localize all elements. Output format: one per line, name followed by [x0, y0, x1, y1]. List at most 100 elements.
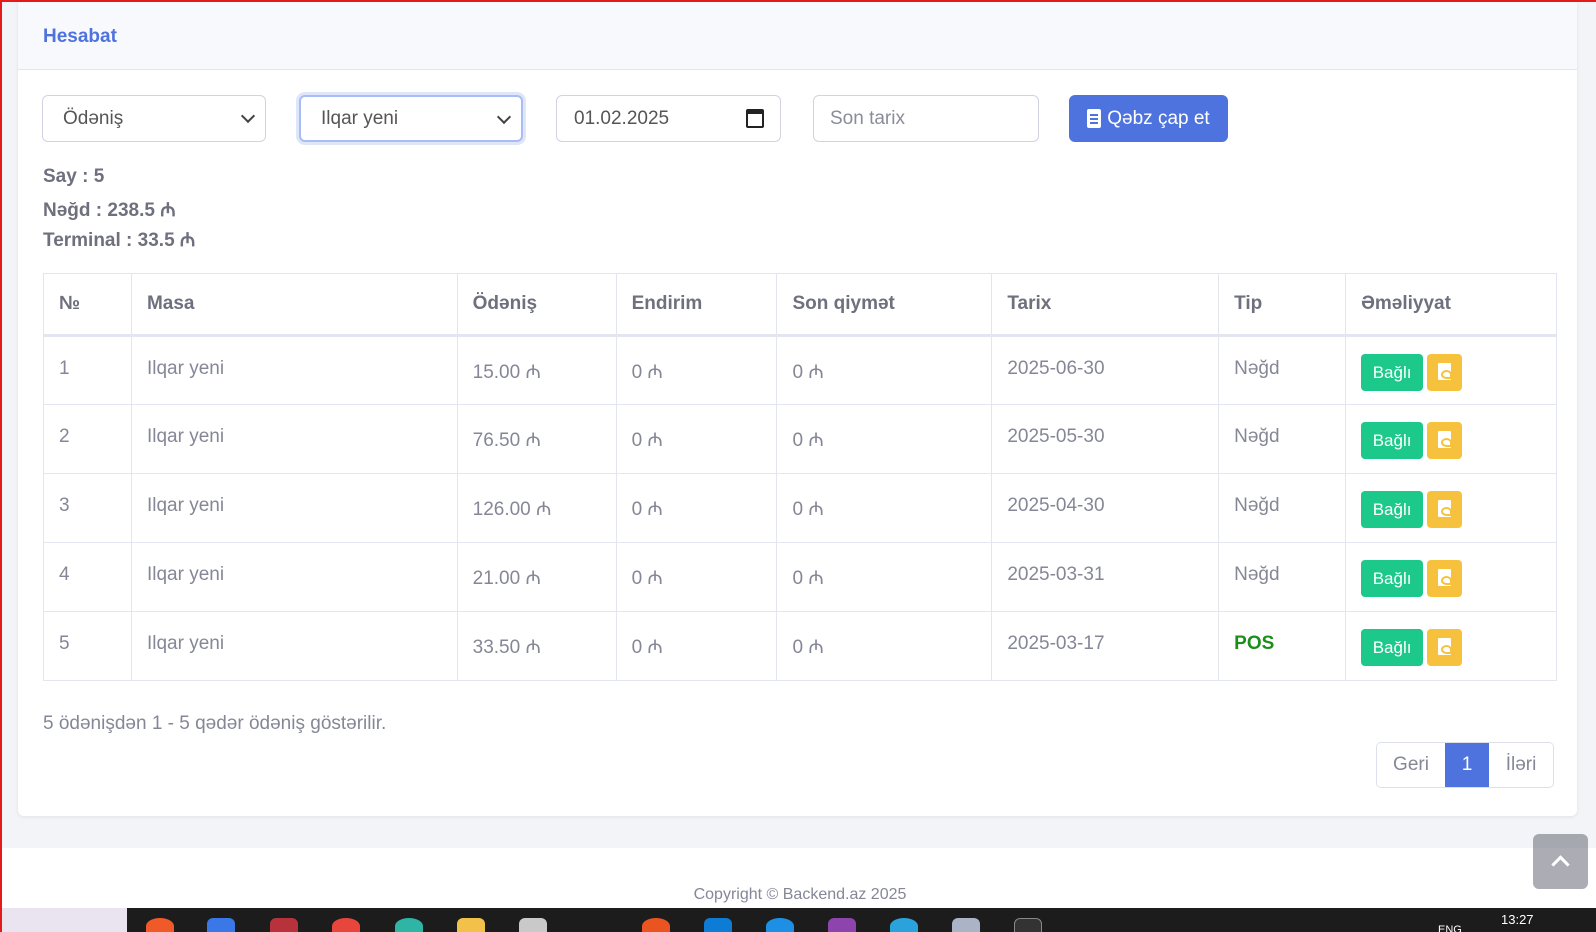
table-row: 4 Ilqar yeni 21.00 ₼ 0 ₼ 0 ₼ 2025-03-31 … [43, 542, 1557, 612]
cell-payment: 76.50 ₼ [456, 404, 617, 474]
cell-final-price: 0 ₼ [776, 404, 993, 474]
closed-button[interactable]: Bağlı [1361, 560, 1424, 597]
chevron-down-icon [240, 108, 256, 124]
cell-no: 4 [43, 542, 132, 612]
language-indicator[interactable]: ENG [1438, 924, 1462, 932]
notepad-icon[interactable] [952, 918, 980, 932]
pdf-file-icon [1438, 500, 1453, 517]
start-date-value: 01.02.2025 [574, 107, 670, 129]
column-header[interactable]: Tip [1218, 273, 1347, 337]
postman-icon[interactable] [828, 918, 856, 932]
winrar-icon[interactable] [270, 918, 298, 932]
print-receipt-button[interactable]: Qəbz çap et [1069, 95, 1228, 142]
summary-terminal: Terminal : 33.5 ₼ [43, 230, 196, 251]
cell-date: 2025-05-30 [991, 404, 1220, 474]
pdf-file-icon [1438, 569, 1453, 586]
file-explorer-icon[interactable] [457, 918, 485, 932]
summary-count: Say : 5 [43, 166, 105, 187]
calendar-icon[interactable] [746, 109, 764, 128]
vscode-icon[interactable] [704, 918, 732, 932]
windows-taskbar: ENG 13:27 [2, 908, 1596, 932]
scroll-to-top-button[interactable] [1533, 834, 1588, 889]
pagination-next[interactable]: İləri [1489, 743, 1553, 787]
cell-actions: Bağlı [1345, 335, 1557, 405]
payment-type-select[interactable]: Ödəniş [42, 95, 266, 142]
table-row: 1 Ilqar yeni 15.00 ₼ 0 ₼ 0 ₼ 2025-06-30 … [43, 335, 1557, 405]
pdf-button[interactable] [1427, 560, 1463, 597]
copyright-text: Copyright © Backend.az 2025 [693, 886, 907, 903]
column-header[interactable]: Son qiymət [776, 273, 993, 337]
clock[interactable]: 13:27 [1501, 912, 1534, 927]
pagination-prev[interactable]: Geri [1377, 743, 1445, 787]
cell-masa: Ilqar yeni [130, 404, 458, 474]
cell-type: Nəğd [1218, 335, 1347, 405]
payment-type-value: Ödəniş [63, 107, 124, 129]
card-title: Hesabat [43, 26, 117, 47]
table-row: 2 Ilqar yeni 76.50 ₼ 0 ₼ 0 ₼ 2025-05-30 … [43, 404, 1557, 474]
column-header[interactable]: Endirim [615, 273, 778, 337]
table-row: 5 Ilqar yeni 33.50 ₼ 0 ₼ 0 ₼ 2025-03-17 … [43, 611, 1557, 681]
copilot-icon[interactable] [207, 918, 235, 932]
closed-button[interactable]: Bağlı [1361, 422, 1424, 459]
summary-cash: Nəğd : 238.5 ₼ [43, 200, 176, 221]
pdf-button[interactable] [1427, 354, 1463, 391]
column-header[interactable]: № [43, 273, 132, 337]
cell-actions: Bağlı [1345, 473, 1557, 543]
pagination-page-1[interactable]: 1 [1445, 743, 1489, 787]
cell-discount: 0 ₼ [615, 611, 778, 681]
closed-button[interactable]: Bağlı [1361, 354, 1424, 391]
pdf-file-icon [1438, 638, 1453, 655]
chevron-down-icon [496, 109, 512, 125]
pdf-file-icon [1438, 431, 1453, 448]
print-receipt-label: Qəbz çap et [1107, 107, 1210, 129]
cell-no: 3 [43, 473, 132, 543]
cell-masa: Ilqar yeni [130, 473, 458, 543]
database-icon[interactable] [519, 918, 547, 932]
cell-type: Nəğd [1218, 542, 1347, 612]
ubuntu-icon[interactable] [642, 918, 670, 932]
table-header-row: № Masa Ödəniş Endirim Son qiymət Tarix T… [43, 273, 1557, 337]
pdf-button[interactable] [1427, 491, 1463, 528]
cell-masa: Ilqar yeni [130, 335, 458, 405]
pdf-button[interactable] [1427, 422, 1463, 459]
docker-icon[interactable] [766, 918, 794, 932]
terminal-icon[interactable] [1014, 918, 1042, 932]
cell-type: Nəğd [1218, 473, 1347, 543]
cell-discount: 0 ₼ [615, 335, 778, 405]
column-header[interactable]: Masa [130, 273, 458, 337]
cell-payment: 33.50 ₼ [456, 611, 617, 681]
start-date-input[interactable]: 01.02.2025 [556, 95, 781, 142]
receipt-icon [1087, 109, 1102, 128]
cell-final-price: 0 ₼ [776, 335, 993, 405]
telegram-icon[interactable] [890, 918, 918, 932]
end-date-input[interactable]: Son tarix [813, 95, 1039, 142]
cell-discount: 0 ₼ [615, 542, 778, 612]
footer: Copyright © Backend.az 2025 [2, 848, 1596, 908]
end-date-placeholder: Son tarix [830, 107, 905, 129]
cell-no: 1 [43, 335, 132, 405]
edge-icon[interactable] [395, 918, 423, 932]
cell-date: 2025-04-30 [991, 473, 1220, 543]
brave-icon[interactable] [146, 918, 174, 932]
card-header: Hesabat [18, 2, 1577, 70]
cell-payment: 126.00 ₼ [456, 473, 617, 543]
payments-table: № Masa Ödəniş Endirim Son qiymət Tarix T… [43, 273, 1557, 681]
column-header[interactable]: Əməliyyat [1345, 273, 1557, 337]
user-select[interactable]: Ilqar yeni [299, 95, 523, 142]
cell-final-price: 0 ₼ [776, 542, 993, 612]
closed-button[interactable]: Bağlı [1361, 491, 1424, 528]
cell-actions: Bağlı [1345, 542, 1557, 612]
column-header[interactable]: Tarix [991, 273, 1220, 337]
pdf-file-icon [1438, 363, 1453, 380]
cell-type: Nəğd [1218, 404, 1347, 474]
pagination-info: 5 ödənişdən 1 - 5 qədər ödəniş göstərili… [43, 713, 387, 734]
closed-button[interactable]: Bağlı [1361, 629, 1424, 666]
wallpaper-thumbnail [2, 908, 127, 932]
column-header[interactable]: Ödəniş [456, 273, 617, 337]
cell-no: 2 [43, 404, 132, 474]
pdf-button[interactable] [1427, 629, 1463, 666]
chrome-icon[interactable] [332, 918, 360, 932]
cell-final-price: 0 ₼ [776, 611, 993, 681]
cell-final-price: 0 ₼ [776, 473, 993, 543]
cell-actions: Bağlı [1345, 404, 1557, 474]
